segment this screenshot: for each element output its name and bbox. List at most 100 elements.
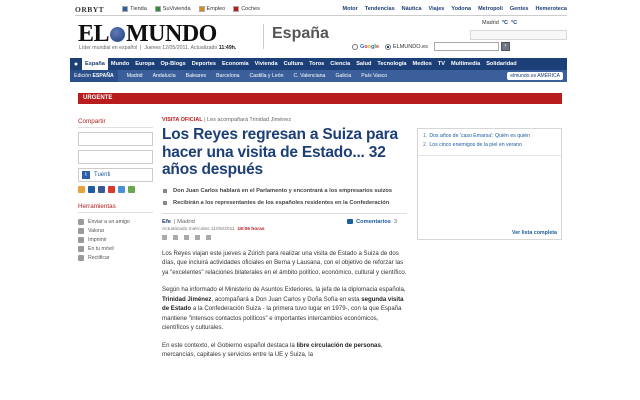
network-link-tienda[interactable]: Tienda	[122, 6, 147, 12]
mobile-icon	[78, 246, 84, 252]
comments-link[interactable]: Comentarios 3	[347, 219, 397, 225]
rss-share-icon[interactable]	[78, 186, 85, 193]
link-metropoli[interactable]: Metropoli	[478, 6, 503, 12]
portal-links: Motor Tendencias Náutica Viajes Yodona M…	[336, 6, 568, 12]
share-icon[interactable]	[162, 234, 167, 240]
link-gentes[interactable]: Gentes	[510, 6, 529, 12]
google-radio[interactable]	[352, 43, 358, 50]
coches-icon	[233, 6, 240, 12]
nav-item-ciencia[interactable]: Ciencia	[327, 61, 353, 67]
tool-rate[interactable]: Valorar	[78, 228, 153, 234]
subnav-item-galicia[interactable]: Galicia	[330, 73, 356, 79]
tool-send-friend[interactable]: Enviar a un amigo	[78, 219, 153, 225]
bullet-icon	[163, 200, 167, 205]
share-icon[interactable]	[206, 234, 211, 240]
subnav-item-valenciana[interactable]: C. Valenciana	[289, 73, 331, 79]
nav-item-mundo[interactable]: Mundo	[108, 61, 132, 67]
nav-item-espana[interactable]: España	[82, 58, 108, 70]
share-icon[interactable]	[173, 234, 178, 240]
pencil-icon	[78, 255, 84, 261]
breaking-news-bar[interactable]: URGENTE	[78, 93, 562, 104]
edition-selector[interactable]: Edición ESPAÑA	[70, 70, 118, 82]
share-icon[interactable]	[184, 234, 189, 240]
nav-item-op-blogs[interactable]: Op-Blogs	[158, 61, 189, 67]
share-heading: Compartir	[78, 118, 153, 128]
see-full-list-link[interactable]: Ver lista completa	[512, 230, 557, 236]
search-input[interactable]	[433, 42, 499, 51]
nav-item-vivienda[interactable]: Vivienda	[252, 61, 281, 67]
america-edition-link[interactable]: elmundo.es AMÉRICA	[507, 72, 563, 80]
home-icon[interactable]: ●	[70, 58, 82, 70]
twitter-share-box[interactable]	[78, 150, 153, 164]
tuenti-button[interactable]: t Tuenti	[78, 168, 153, 182]
related-box: 1. Dos años de 'caso Emarsa': Quién es qu…	[417, 128, 562, 240]
related-item[interactable]: 2. Los cinco enemigos de la piel en veran…	[423, 142, 556, 148]
related-item[interactable]: 1. Dos años de 'caso Emarsa': Quién es qu…	[423, 133, 556, 139]
tool-correct[interactable]: Rectificar	[78, 255, 153, 261]
subnav-item-castilla-leon[interactable]: Castilla y León	[244, 73, 288, 79]
network-link-suvivienda[interactable]: SuVivienda	[154, 6, 191, 12]
byline-place: | Madrid	[174, 218, 195, 225]
subnav-item-madrid[interactable]: Madrid	[122, 73, 148, 79]
article-paragraph: Los Reyes viajan este jueves a Zúrich pa…	[162, 249, 407, 276]
meneame-share-icon[interactable]	[108, 186, 115, 193]
search-button[interactable]: ›	[500, 42, 510, 51]
subnav-item-barcelona[interactable]: Barcelona	[211, 73, 244, 79]
bullet-icon	[163, 188, 167, 193]
facebook-share-icon[interactable]	[98, 186, 105, 193]
delicious-share-icon[interactable]	[88, 186, 95, 193]
byline: Efe | Madrid Comentarios 3	[162, 219, 407, 225]
divider	[162, 212, 407, 214]
comments-count: 3	[393, 218, 397, 225]
section-title[interactable]: España	[272, 25, 329, 43]
nav-item-solidaridad[interactable]: Solidaridad	[483, 61, 519, 67]
twitter-share-icon[interactable]	[118, 186, 125, 193]
nav-item-europa[interactable]: Europa	[132, 61, 157, 67]
link-yodona[interactable]: Yodona	[451, 6, 471, 12]
nav-item-medios[interactable]: Medios	[410, 61, 435, 67]
related-list: 1. Dos años de 'caso Emarsa': Quién es qu…	[418, 129, 561, 156]
site-search-label: ELMUNDO.es	[393, 43, 428, 50]
tienda-icon	[122, 6, 129, 12]
link-hemeroteca[interactable]: Hemeroteca	[536, 6, 568, 12]
tool-print[interactable]: Imprimir	[78, 237, 153, 243]
weather-city[interactable]: Madrid	[482, 20, 499, 26]
more-share-icon[interactable]	[128, 186, 135, 193]
site-radio[interactable]	[385, 43, 391, 50]
facebook-share-box[interactable]	[78, 132, 153, 146]
elmundo-logo[interactable]: EL MUNDO	[78, 22, 217, 46]
byline-agency: Efe	[162, 218, 172, 225]
main-nav: ● España Mundo Europa Op-Blogs Deportes …	[70, 58, 567, 70]
suvivienda-icon	[154, 6, 161, 12]
google-label: Google	[360, 43, 379, 50]
subnav-item-andalucia[interactable]: Andalucía	[148, 73, 181, 79]
subnav-item-baleares[interactable]: Baleares	[181, 73, 211, 79]
nav-item-tv[interactable]: TV	[435, 61, 448, 67]
search-bar: Google ELMUNDO.es ›	[352, 42, 510, 51]
subnav-item-pais-vasco[interactable]: País Vasco	[356, 73, 392, 79]
nav-item-multimedia[interactable]: Multimedia	[448, 61, 483, 67]
network-link-empleo[interactable]: Empleo	[198, 6, 225, 12]
empleo-icon	[198, 6, 205, 12]
nav-item-salud[interactable]: Salud	[353, 61, 374, 67]
nav-item-cultura[interactable]: Cultura	[281, 61, 307, 67]
link-motor[interactable]: Motor	[343, 6, 358, 12]
link-nautica[interactable]: Náutica	[402, 6, 422, 12]
tools-heading: Herramientas	[78, 203, 153, 213]
nav-item-economia[interactable]: Economía	[219, 61, 252, 67]
link-viajes[interactable]: Viajes	[429, 6, 445, 12]
star-icon	[78, 228, 84, 234]
orbyt-logo[interactable]: ORBYT	[75, 5, 104, 14]
weather-widget: Madrid °C °C	[470, 20, 517, 26]
tool-mobile[interactable]: En tu móvil	[78, 246, 153, 252]
share-icon[interactable]	[195, 234, 200, 240]
comment-icon	[347, 219, 354, 224]
nav-item-tecnologia[interactable]: Tecnología	[374, 61, 409, 67]
summary-bullet: Recibirán a los representantes de los es…	[162, 199, 407, 207]
share-icons	[78, 186, 153, 193]
nav-item-deportes[interactable]: Deportes	[189, 61, 219, 67]
network-link-coches[interactable]: Coches	[233, 6, 260, 12]
updated-timestamp: Actualizado miércoles 11/05/2011 18:06 h…	[162, 226, 265, 232]
nav-item-toros[interactable]: Toros	[306, 61, 327, 67]
link-tendencias[interactable]: Tendencias	[365, 6, 395, 12]
